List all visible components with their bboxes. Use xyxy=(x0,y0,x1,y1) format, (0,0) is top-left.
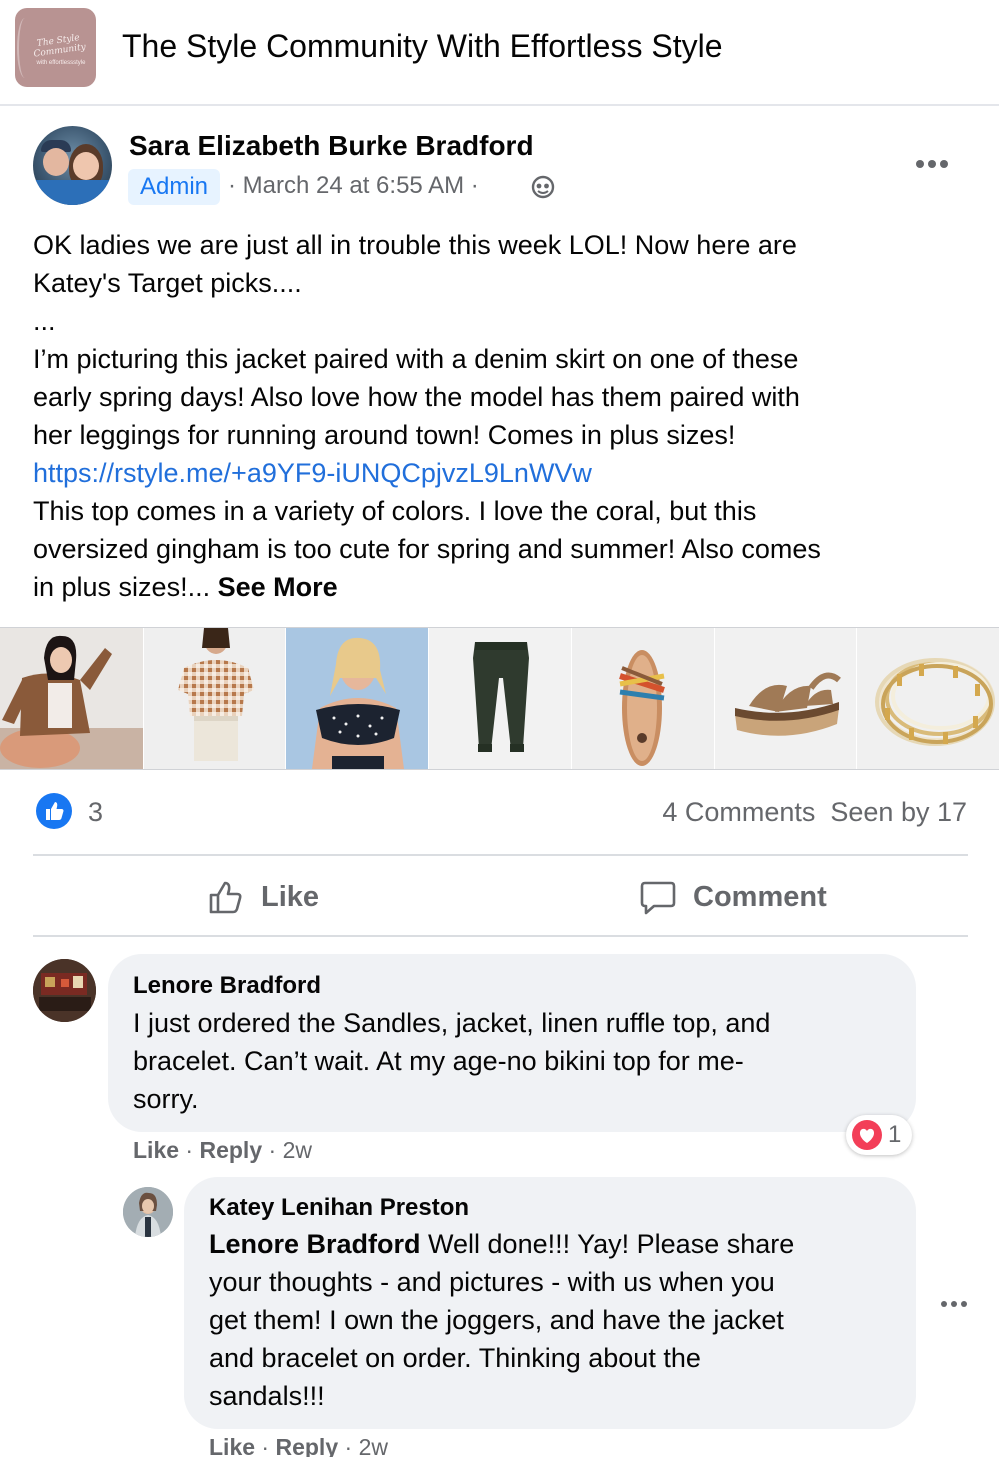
comment-line: I just ordered the Sandles, jacket, line… xyxy=(133,1008,771,1038)
post-author-name[interactable]: Sara Elizabeth Burke Bradford xyxy=(129,130,534,162)
post-link[interactable]: https://rstyle.me/+a9YF9-iUNQCpjvzL9LnWV… xyxy=(33,454,963,492)
group-header: The Style Community with effortlessstyle… xyxy=(0,0,999,106)
post-line: OK ladies we are just all in trouble thi… xyxy=(33,230,797,260)
reply-text: Lenore Bradford Well done!!! Yay! Please… xyxy=(209,1225,794,1415)
like-button-label: Like xyxy=(261,880,320,913)
post-line-text: in plus sizes!... xyxy=(33,572,211,602)
divider xyxy=(33,935,968,937)
admin-badge: Admin xyxy=(128,169,220,205)
bracelet-photo[interactable] xyxy=(856,628,999,769)
post-line: I’m picturing this jacket paired with a … xyxy=(33,344,799,374)
post-stats: 4 Comments Seen by 17 xyxy=(662,797,967,828)
avatar-shirt xyxy=(33,180,112,205)
reaction-count[interactable]: 3 xyxy=(88,797,103,828)
post-line-last: in plus sizes!... See More xyxy=(33,568,963,606)
comment-line: sorry. xyxy=(133,1084,199,1114)
group-title[interactable]: The Style Community With Effortless Styl… xyxy=(122,28,722,65)
espadrille-sandal-photo[interactable] xyxy=(713,628,857,769)
comment-author[interactable]: Lenore Bradford xyxy=(133,972,321,1000)
reply-time[interactable]: 2w xyxy=(359,1434,388,1457)
post-timestamp[interactable]: · March 24 at 6:55 AM · xyxy=(228,172,479,200)
logo-script-text: The Style Community xyxy=(32,33,87,60)
comment-button-label: Comment xyxy=(693,880,827,913)
comment-reaction-count: 1 xyxy=(888,1121,902,1148)
like-reaction-icon xyxy=(36,793,72,829)
reply-line-first: Lenore Bradford Well done!!! Yay! Please… xyxy=(209,1225,794,1263)
reply-reply-link[interactable]: Reply xyxy=(275,1434,338,1457)
reply-line: get them! I own the joggers, and have th… xyxy=(209,1305,784,1335)
divider xyxy=(33,854,968,856)
commenter-avatar[interactable] xyxy=(33,959,96,1022)
reply-line-text: Well done!!! Yay! Please share xyxy=(420,1229,795,1259)
post-line: This top comes in a variety of colors. I… xyxy=(33,496,757,526)
comment-button[interactable]: Comment xyxy=(639,872,827,922)
mention-link[interactable]: Lenore Bradford xyxy=(209,1229,421,1259)
comment-time[interactable]: 2w xyxy=(283,1137,312,1163)
joggers-photo[interactable] xyxy=(428,628,571,769)
author-avatar[interactable] xyxy=(33,126,112,205)
replier-avatar[interactable] xyxy=(123,1187,173,1237)
avatar-face xyxy=(43,148,69,176)
comment-line: bracelet. Can’t wait. At my age-no bikin… xyxy=(133,1046,744,1076)
reply-line: sandals!!! xyxy=(209,1381,325,1411)
avatar-face xyxy=(73,152,99,180)
seen-by-count[interactable]: Seen by 17 xyxy=(830,797,967,827)
logo-sub-text: with effortlessstyle xyxy=(36,60,86,66)
post-line: Katey's Target picks.... xyxy=(33,268,302,298)
group-logo[interactable]: The Style Community with effortlessstyle xyxy=(15,8,96,87)
slide-sandal-photo[interactable] xyxy=(570,628,714,769)
comment-icon xyxy=(640,881,676,915)
post-line: early spring days! Also love how the mod… xyxy=(33,382,800,412)
see-more-link[interactable]: See More xyxy=(218,572,338,602)
more-options-icon[interactable] xyxy=(914,158,950,170)
heart-icon xyxy=(852,1120,882,1150)
comment-actions: Like · Reply · 2w xyxy=(133,1137,312,1163)
comment-like-link[interactable]: Like xyxy=(133,1137,179,1163)
bikini-top-photo[interactable] xyxy=(285,628,429,769)
comments-count[interactable]: 4 Comments xyxy=(662,797,815,827)
model-jacket-photo[interactable] xyxy=(0,628,143,769)
reply-author[interactable]: Katey Lenihan Preston xyxy=(209,1194,469,1222)
reply-actions: Like · Reply · 2w xyxy=(209,1434,388,1457)
reply-line: your thoughts - and pictures - with us w… xyxy=(209,1267,775,1297)
post-line: her leggings for running around town! Co… xyxy=(33,420,736,450)
reply-more-options-icon[interactable] xyxy=(940,1299,968,1309)
photo-strip xyxy=(0,627,999,770)
comment-reaction-badge[interactable]: 1 xyxy=(846,1115,912,1155)
like-button[interactable]: Like xyxy=(207,872,319,922)
post-body: OK ladies we are just all in trouble thi… xyxy=(33,226,963,606)
reply-line: and bracelet on order. Thinking about th… xyxy=(209,1343,701,1373)
thumbs-up-icon xyxy=(209,881,242,914)
reply-like-link[interactable]: Like xyxy=(209,1434,255,1457)
post-line: ... xyxy=(33,306,56,336)
comment-text: I just ordered the Sandles, jacket, line… xyxy=(133,1004,770,1118)
post-line: oversized gingham is too cute for spring… xyxy=(33,534,821,564)
comment-reply-link[interactable]: Reply xyxy=(199,1137,262,1163)
gingham-top-photo[interactable] xyxy=(142,628,286,769)
globe-icon xyxy=(531,175,555,199)
